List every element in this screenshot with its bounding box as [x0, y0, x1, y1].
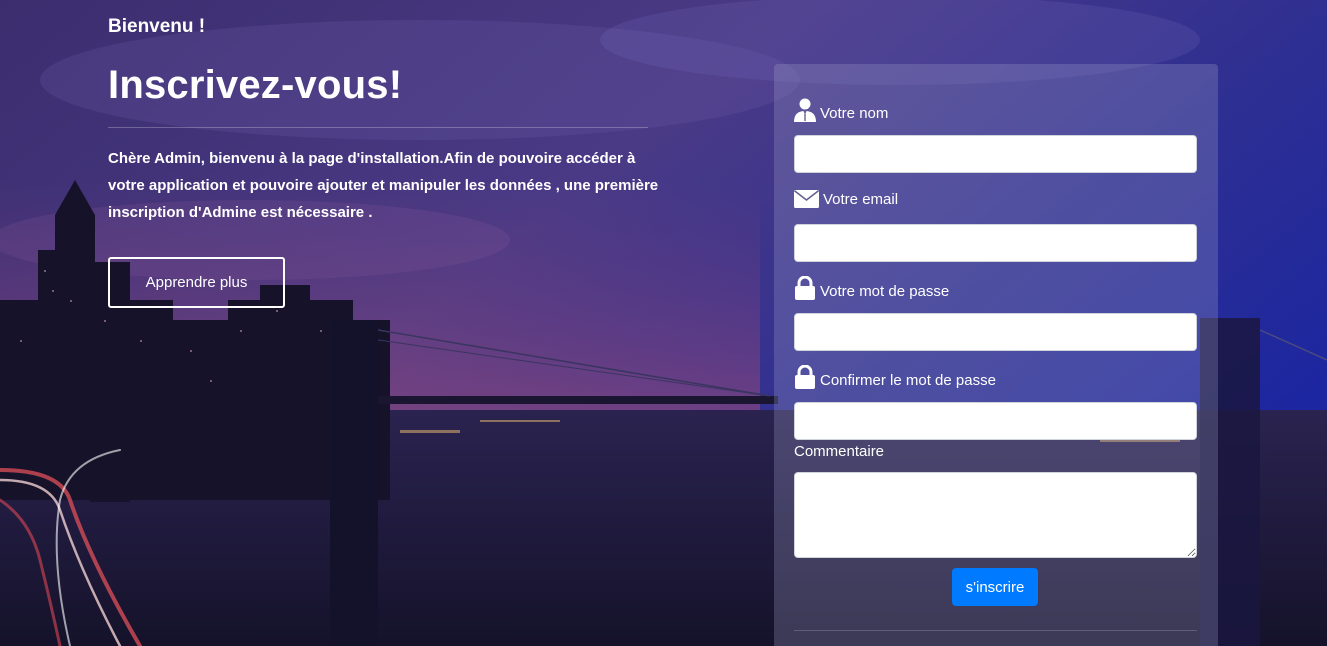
name-field-label: Votre nom: [794, 98, 888, 122]
signup-submit-button[interactable]: s'inscrire: [952, 568, 1038, 606]
email-field-label: Votre email: [794, 190, 898, 208]
signup-form-panel: Votre nom Votre email Votre mot de passe: [774, 64, 1218, 646]
password-input[interactable]: [794, 313, 1197, 351]
email-label: Votre email: [823, 191, 899, 208]
lock-icon: [794, 276, 816, 300]
name-input[interactable]: [794, 135, 1197, 173]
confirm-password-label: Confirmer le mot de passe: [820, 372, 996, 389]
email-input[interactable]: [794, 224, 1197, 262]
name-label: Votre nom: [820, 105, 889, 122]
panel-divider: [794, 630, 1197, 631]
lock-icon: [794, 365, 816, 389]
page-headline: Inscrivez-vous!: [108, 63, 403, 107]
password-field-label: Votre mot de passe: [794, 276, 949, 300]
user-icon: [794, 98, 816, 122]
password-label: Votre mot de passe: [820, 283, 950, 300]
comment-field-label: Commentaire: [794, 443, 884, 460]
confirm-password-input[interactable]: [794, 402, 1197, 440]
confirm-password-field-label: Confirmer le mot de passe: [794, 365, 996, 389]
intro-paragraph: Chère Admin, bienvenu à la page d'instal…: [108, 150, 659, 221]
comment-textarea[interactable]: [794, 472, 1197, 558]
comment-label: Commentaire: [794, 443, 885, 460]
welcome-text: Bienvenu !: [108, 16, 206, 37]
learn-more-button[interactable]: Apprendre plus: [108, 257, 285, 308]
envelope-icon: [794, 190, 819, 208]
divider: [108, 127, 648, 128]
